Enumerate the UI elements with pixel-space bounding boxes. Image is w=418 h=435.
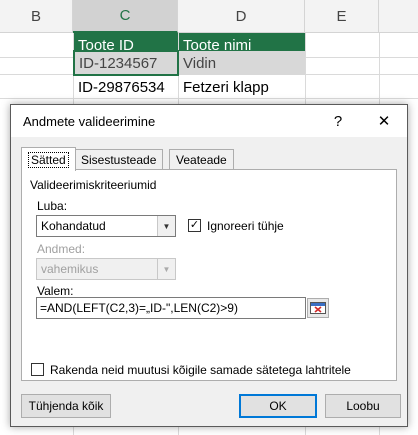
column-header-b[interactable]: B (0, 0, 73, 33)
cell-d2[interactable]: Vidin (179, 51, 305, 75)
formula-value: =AND(LEFT(C2,3)=„ID-",LEN(C2)>9) (40, 301, 238, 315)
cell-c2-active[interactable]: ID-1234567 (73, 50, 179, 76)
cell-d3[interactable]: Fetzeri klapp (179, 75, 305, 99)
allow-label: Luba: (37, 199, 68, 213)
apply-all-checkbox[interactable] (31, 363, 44, 376)
data-value: vahemikus (41, 262, 99, 276)
column-header-e[interactable]: E (305, 0, 379, 33)
cell-c3[interactable]: ID-29876534 (74, 75, 178, 99)
close-button[interactable]: ✕ (361, 105, 407, 137)
data-label: Andmed: (37, 242, 86, 256)
settings-panel: Valideerimiskriteeriumid Luba: Kohandatu… (21, 169, 397, 381)
range-selector-button[interactable] (307, 298, 329, 318)
formula-input[interactable]: =AND(LEFT(C2,3)=„ID-",LEN(C2)>9) (36, 297, 306, 319)
chevron-down-icon: ▼ (157, 216, 175, 236)
column-header-row: B C D E (0, 0, 418, 33)
formula-label: Valem: (37, 284, 74, 298)
ok-button[interactable]: OK (239, 394, 317, 418)
column-header-c[interactable]: C (73, 0, 178, 33)
dialog-titlebar[interactable]: Andmete valideerimine ? ✕ (11, 105, 407, 137)
range-selector-icon (310, 302, 326, 314)
ignore-blank-label: Ignoreeri tühje (207, 219, 284, 233)
tab-error-alert[interactable]: Veateade (169, 149, 234, 170)
tab-settings[interactable]: Sätted (21, 147, 76, 171)
help-icon: ? (333, 112, 343, 130)
dialog-title: Andmete valideerimine (23, 114, 156, 129)
checkmark-icon: ✓ (189, 219, 200, 231)
apply-all-label: Rakenda neid muutusi kõigile samade säte… (50, 363, 351, 377)
data-validation-dialog: Andmete valideerimine ? ✕ Sätted Sisestu… (10, 104, 408, 427)
group-title: Valideerimiskriteeriumid (30, 178, 157, 192)
clear-all-button[interactable]: Tühjenda kõik (21, 394, 111, 418)
tab-input-message[interactable]: Sisestusteade (74, 149, 164, 170)
chevron-down-icon: ▼ (157, 259, 175, 279)
allow-dropdown[interactable]: Kohandatud ▼ (36, 215, 176, 237)
column-header-d[interactable]: D (178, 0, 305, 33)
help-button[interactable]: ? (315, 105, 361, 137)
data-dropdown[interactable]: vahemikus ▼ (36, 258, 176, 280)
cancel-button[interactable]: Loobu (325, 394, 401, 418)
ignore-blank-checkbox[interactable]: ✓ (188, 219, 201, 232)
close-icon: ✕ (377, 113, 391, 130)
allow-value: Kohandatud (41, 219, 106, 233)
